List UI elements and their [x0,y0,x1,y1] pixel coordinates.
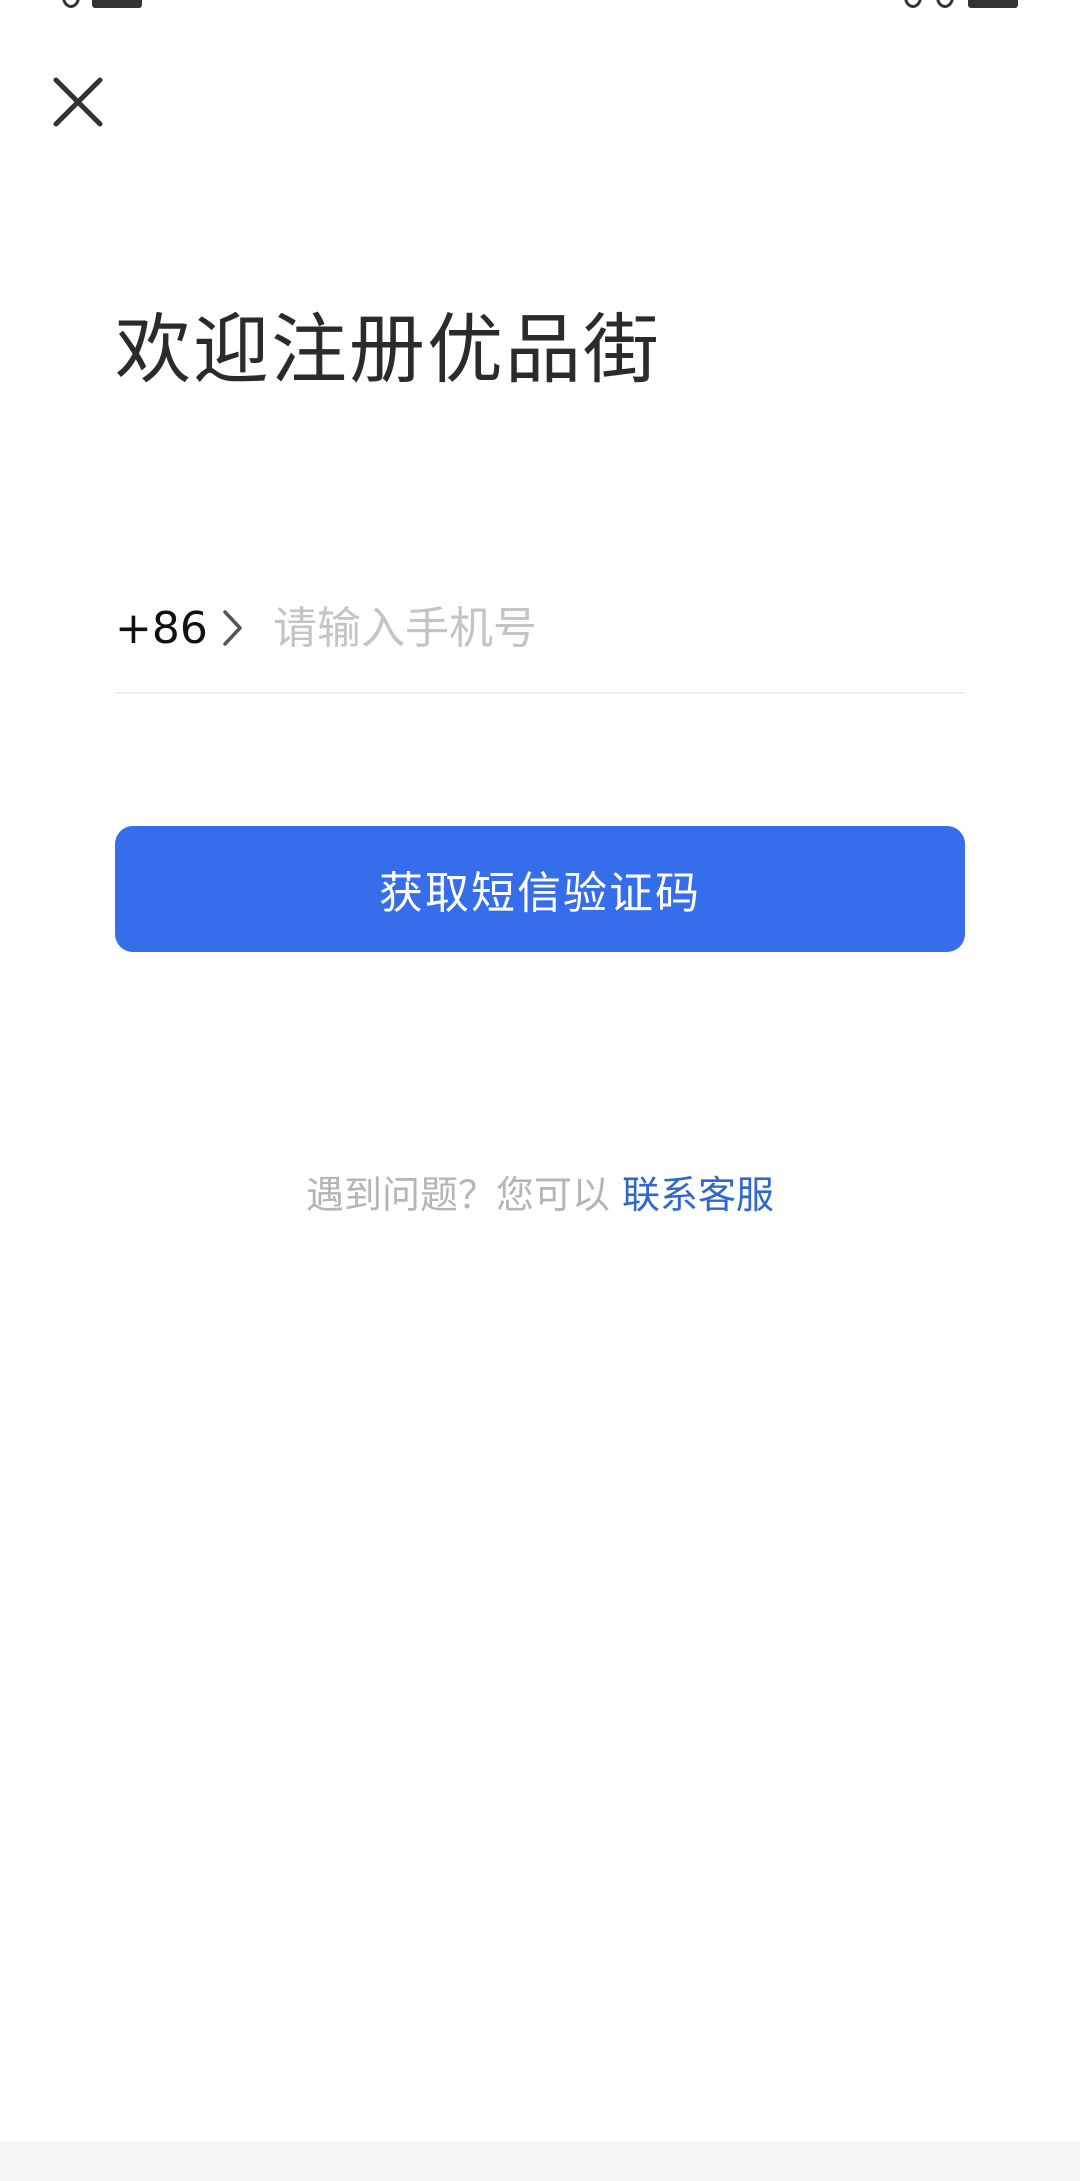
notification-icon [92,0,142,8]
alarm-icon [904,0,922,8]
close-button[interactable] [44,68,112,136]
page-title: 欢迎注册优品街 [115,305,661,394]
chevron-right-icon [222,609,244,647]
contact-support-link[interactable]: 联系客服 [622,1173,774,1217]
notification-icon [62,0,80,8]
help-line: 遇到问题？您可以 联系客服 [0,1170,1080,1220]
battery-icon [968,0,1018,8]
status-bar-left [62,0,142,8]
phone-number-input[interactable] [273,590,953,666]
bottom-navigation-bar [0,2141,1080,2181]
status-bar [0,0,1080,12]
status-bar-right [904,0,1018,8]
close-icon [53,77,103,127]
help-text: 遇到问题？您可以 [305,1173,610,1217]
phone-number-row: +86 [115,590,965,694]
country-code-selector[interactable]: +86 [115,590,244,666]
country-code-label: +86 [115,602,208,654]
signal-icon [936,0,954,8]
get-sms-code-button[interactable]: 获取短信验证码 [115,826,965,952]
